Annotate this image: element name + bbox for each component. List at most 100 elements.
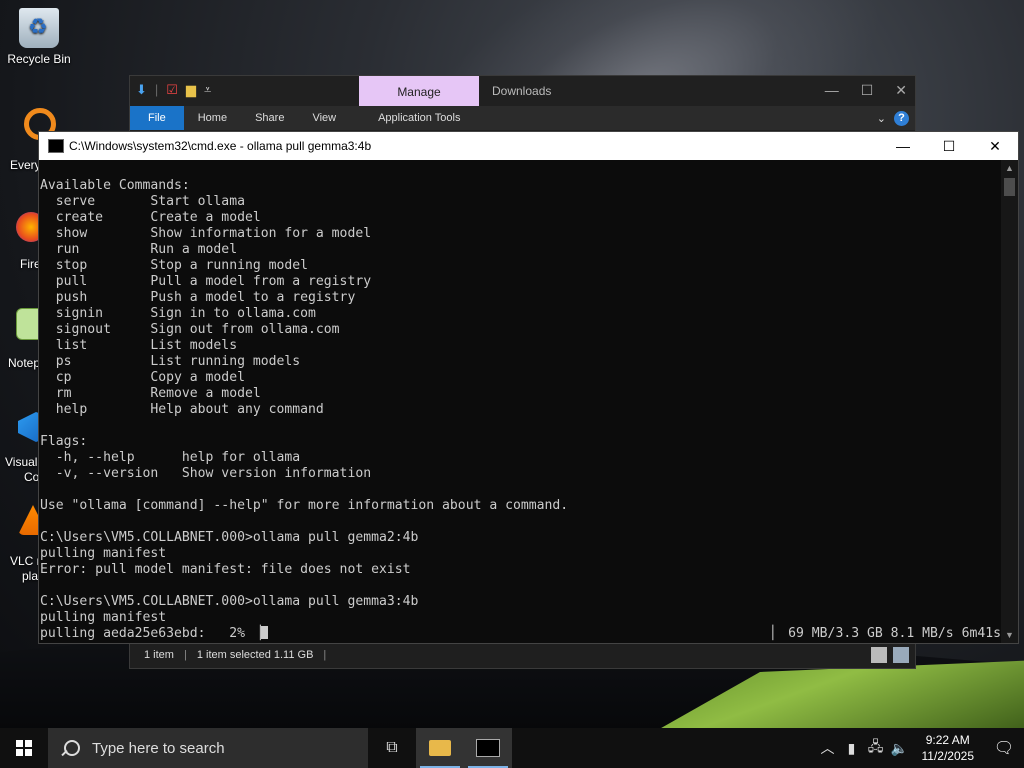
cmd-title: C:\Windows\system32\cmd.exe - ollama pul… (69, 139, 372, 153)
explorer-titlebar[interactable]: ⬇ | ☑ ▆ ⩡ Manage Downloads — ☐ ✕ (130, 76, 915, 106)
clock[interactable]: 9:22 AM 11/2/2025 (912, 732, 985, 764)
view-mode-buttons (871, 647, 909, 663)
download-arrow-icon[interactable]: ⬇ (136, 82, 147, 98)
close-icon[interactable]: ✕ (972, 132, 1018, 160)
task-view-icon: ⧉ (386, 739, 398, 756)
tab-share[interactable]: Share (241, 106, 298, 130)
volume-muted-icon[interactable]: 🔈 (888, 740, 912, 757)
cmd-taskbar-button[interactable] (464, 728, 512, 768)
properties-icon[interactable]: ☑ (166, 82, 178, 98)
console-line: list List models (55, 338, 238, 353)
console-line: stop Stop a running model (55, 258, 309, 273)
console-line: pulling manifest (40, 610, 167, 625)
status-separator: | (183, 649, 187, 661)
tab-home[interactable]: Home (184, 106, 241, 130)
explorer-title: Downloads (492, 84, 552, 98)
help-icon[interactable]: ? (894, 110, 909, 126)
console-line: pulling manifest (40, 546, 167, 561)
console-line: push Push a model to a registry (55, 290, 356, 305)
console-line: show Show information for a model (55, 226, 372, 241)
cmd-scrollbar[interactable]: ▲ ▼ (1001, 160, 1018, 643)
qat-separator: | (154, 82, 159, 97)
status-separator-2: | (323, 649, 327, 661)
scroll-up-arrow-icon[interactable]: ▲ (1001, 160, 1018, 176)
console-line: -h, --help help for ollama (55, 450, 301, 465)
text-cursor (260, 626, 268, 639)
cmd-titlebar[interactable]: C:\Windows\system32\cmd.exe - ollama pul… (39, 132, 1018, 160)
console-line: signout Sign out from ollama.com (55, 322, 340, 337)
console-line: rm Remove a model (55, 386, 261, 401)
vscode-label-1: Visual (5, 455, 38, 469)
console-line: cp Copy a model (55, 370, 245, 385)
recycle-bin-desktop-icon[interactable]: Recycle Bin (2, 8, 76, 66)
console-line: help Help about any command (55, 402, 324, 417)
console-line: signin Sign in to ollama.com (55, 306, 316, 321)
maximize-icon[interactable]: ☐ (926, 132, 972, 160)
minimize-icon[interactable]: — (825, 82, 839, 99)
progress-line-left: pulling aeda25e63ebd: 2% ▕ (40, 626, 261, 641)
close-icon[interactable]: ✕ (895, 82, 907, 99)
system-tray: ︿ ▮ 🖧 🔈 9:22 AM 11/2/2025 🗨 (816, 728, 1024, 768)
progress-line-right: ▏ 69 MB/3.3 GB 8.1 MB/s 6m41s (772, 626, 1001, 641)
ribbon-right-controls: ⌄ ? (877, 106, 915, 130)
console-lines: Available Commands: serve Start ollama c… (40, 178, 568, 625)
search-icon (64, 740, 80, 756)
console-line: pull Pull a model from a registry (55, 274, 372, 289)
console-line: Flags: (40, 434, 88, 449)
console-line: C:\Users\VM5.COLLABNET.000>ollama pull g… (40, 530, 419, 545)
taskbar-search-box[interactable]: Type here to search (48, 728, 368, 768)
chevron-down-icon[interactable]: ⌄ (877, 112, 886, 125)
task-view-button[interactable]: ⧉ (368, 728, 416, 768)
vlc-label-2: pla (22, 569, 39, 583)
maximize-icon[interactable]: ☐ (861, 82, 874, 99)
explorer-statusbar: 1 item | 1 item selected 1.11 GB | (130, 642, 915, 668)
console-line: run Run a model (55, 242, 238, 257)
minimize-icon[interactable]: — (880, 132, 926, 160)
folder-icon (429, 740, 451, 756)
clock-time: 9:22 AM (925, 733, 970, 747)
network-icon[interactable]: 🖧 (864, 736, 888, 760)
tab-file[interactable]: File (130, 106, 184, 130)
quick-access-toolbar: ⬇ | ☑ ▆ ⩡ (136, 82, 211, 98)
chevron-up-icon[interactable]: ︿ (816, 738, 840, 758)
cmd-window[interactable]: C:\Windows\system32\cmd.exe - ollama pul… (38, 131, 1019, 644)
cmd-app-icon[interactable] (48, 139, 64, 153)
details-view-icon[interactable] (871, 647, 887, 663)
recycle-bin-icon (19, 8, 59, 48)
search-placeholder: Type here to search (92, 739, 225, 757)
notepad-label: Notep (8, 356, 41, 370)
everything-label: Every (10, 158, 41, 172)
vlc-label-1: VLC r (10, 554, 41, 568)
console-text: Available Commands: serve Start ollama c… (39, 160, 1001, 642)
start-button[interactable] (0, 728, 48, 768)
tab-application-tools[interactable]: Application Tools (364, 106, 474, 130)
usb-device-icon[interactable]: ▮ (840, 740, 864, 757)
explorer-ribbon: File Home Share View Application Tools ⌄… (130, 106, 915, 130)
console-line: Use "ollama [command] --help" for more i… (40, 498, 569, 513)
windows-logo-icon (16, 740, 32, 756)
console-line: serve Start ollama (55, 194, 245, 209)
console-line: -v, --version Show version information (55, 466, 372, 481)
console-line: Available Commands: (40, 178, 190, 193)
customize-qat-icon[interactable]: ⩡ (204, 82, 211, 98)
status-item-count: 1 item (144, 649, 174, 661)
recycle-bin-label: Recycle Bin (7, 52, 71, 66)
notification-icon[interactable]: 🗨 (984, 738, 1024, 758)
taskbar: Type here to search ⧉ ︿ ▮ 🖧 🔈 9:22 AM 11… (0, 728, 1024, 768)
console-output[interactable]: Available Commands: serve Start ollama c… (39, 160, 1001, 643)
console-line: ps List running models (55, 354, 301, 369)
console-line: Error: pull model manifest: file does no… (40, 562, 411, 577)
cmd-window-controls: — ☐ ✕ (880, 132, 1018, 160)
clock-date: 11/2/2025 (921, 749, 975, 763)
file-explorer-taskbar-button[interactable] (416, 728, 464, 768)
new-folder-icon[interactable]: ▆ (186, 82, 196, 98)
large-icons-view-icon[interactable] (893, 647, 909, 663)
console-line: C:\Users\VM5.COLLABNET.000>ollama pull g… (40, 594, 419, 609)
manage-tab[interactable]: Manage (359, 76, 479, 106)
status-selection: 1 item selected 1.11 GB (196, 649, 314, 661)
scroll-thumb[interactable] (1004, 178, 1015, 196)
scroll-down-arrow-icon[interactable]: ▼ (1001, 627, 1018, 643)
tab-view[interactable]: View (298, 106, 350, 130)
explorer-window-controls: — ☐ ✕ (825, 82, 907, 99)
console-line: create Create a model (55, 210, 261, 225)
